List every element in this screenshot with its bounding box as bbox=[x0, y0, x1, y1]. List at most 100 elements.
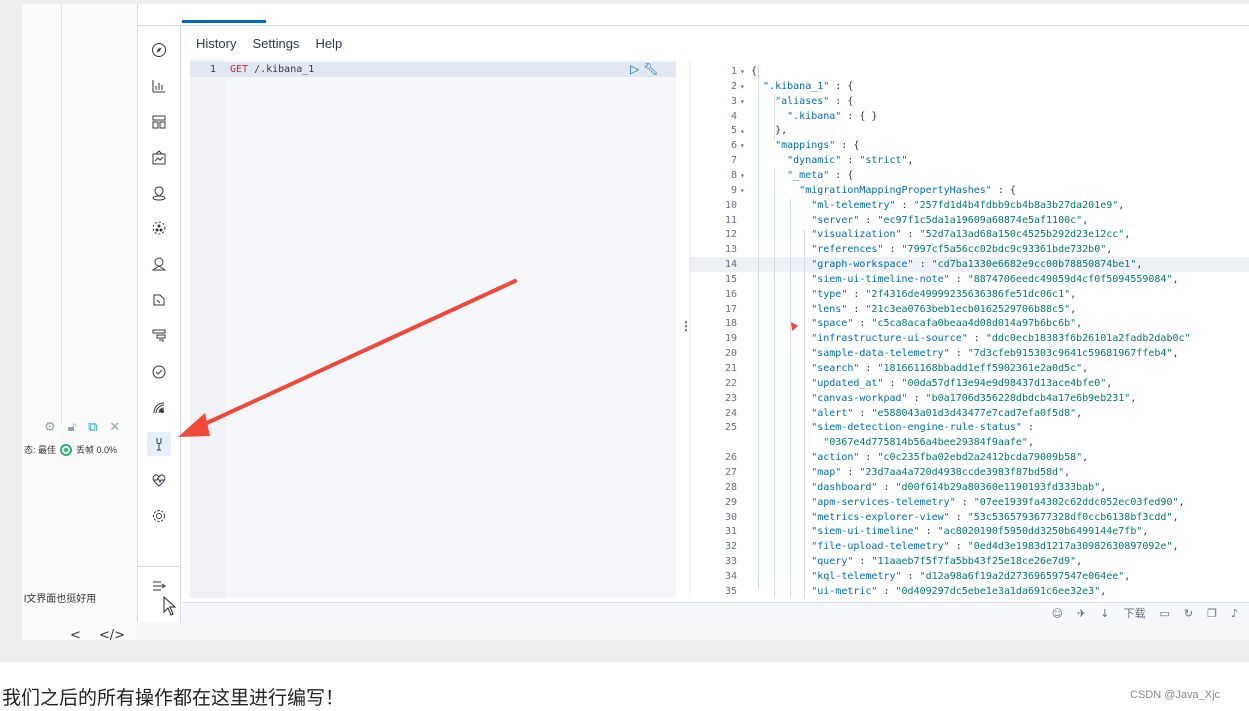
request-editor[interactable]: 1 GET /.kibana_1 ▷ 🔧︎ bbox=[190, 60, 676, 598]
sidebar-item-canvas[interactable] bbox=[149, 148, 169, 168]
left-note-text: l文界面也挺好用 bbox=[24, 594, 97, 605]
output-code: "graph-workspace" : "cd7ba1330e6682e9cc0… bbox=[811, 259, 1143, 271]
sidebar-item-dev-tools[interactable] bbox=[147, 432, 171, 456]
sidebar-item-uptime[interactable] bbox=[149, 362, 169, 382]
sidebar-item-management[interactable] bbox=[149, 506, 169, 526]
fold-toggle-icon[interactable]: ▾ bbox=[740, 138, 745, 153]
settings-icon[interactable]: ⚙ bbox=[44, 420, 56, 435]
response-output[interactable]: 1 ▾{2 ▾ ".kibana_1" : {3 ▾ "aliases" : {4 "… bbox=[689, 60, 1249, 598]
close-icon[interactable]: ✕ bbox=[109, 420, 120, 435]
stream-status: 态: 最佳 丢帧 0.0% bbox=[24, 443, 117, 456]
screen-icon[interactable]: ⧉ bbox=[88, 420, 97, 435]
uptime-icon bbox=[152, 365, 166, 379]
history-menu-item[interactable]: History bbox=[196, 36, 236, 51]
download-icon[interactable]: ↓ bbox=[1100, 607, 1109, 620]
sidebar-item-apm[interactable] bbox=[149, 326, 169, 346]
indent-guide bbox=[774, 94, 775, 140]
sidebar-item-logs[interactable] bbox=[149, 290, 169, 310]
sidebar-item-maps[interactable] bbox=[149, 183, 169, 203]
pin-icon[interactable]: ✈ bbox=[1077, 607, 1086, 620]
output-line-number: 16 bbox=[724, 288, 737, 300]
kibana-window: History Settings Help 1 GET /.kibana_1 ▷… bbox=[137, 4, 1249, 622]
lock-icon[interactable]: 🔓︎ bbox=[68, 420, 76, 435]
output-line-number: 15 bbox=[724, 273, 737, 285]
wrench-icon[interactable]: 🔧︎ bbox=[643, 62, 658, 77]
dashboard-icon bbox=[152, 115, 166, 129]
sidebar-item-ml[interactable] bbox=[149, 218, 169, 238]
output-line: 2 ▾ ".kibana_1" : { bbox=[690, 79, 1249, 94]
output-line-number: 5 bbox=[730, 125, 737, 137]
output-code: "aliases" : { bbox=[775, 95, 854, 107]
fold-toggle-icon[interactable]: ▾ bbox=[740, 168, 745, 183]
screenshot-root: ⚙ 🔓︎ ⧉ ✕ 态: 最佳 丢帧 0.0% l文界面也挺好用 < </> Hi… bbox=[0, 0, 1249, 711]
indent-guide bbox=[790, 199, 791, 598]
output-code: "canvas-workpad" : "b0a1706d356228dbdcb4… bbox=[811, 392, 1137, 404]
left-toolbar: ⚙ 🔓︎ ⧉ ✕ bbox=[44, 420, 120, 435]
output-line: 7 "dynamic" : "strict", bbox=[690, 153, 1249, 168]
output-code: ".kibana_1" : { bbox=[763, 80, 854, 92]
csdn-watermark: CSDN @Java_Xjc bbox=[1130, 689, 1221, 701]
fold-toggle-icon[interactable]: ▾ bbox=[740, 94, 745, 109]
collapse-icon bbox=[153, 581, 166, 591]
sidebar-item-visualize[interactable] bbox=[149, 76, 169, 96]
output-code: "migrationMappingPropertyHashes" : { bbox=[799, 184, 1016, 196]
output-code: "type" : "2f4316de49999235636386fe51dc06… bbox=[811, 288, 1077, 300]
sidebar-item-monitoring[interactable] bbox=[149, 470, 169, 490]
output-code: "updated_at" : "00da57df13e94e9d98437d13… bbox=[811, 377, 1113, 389]
left-panel-divider bbox=[61, 4, 62, 424]
back-button[interactable]: < bbox=[70, 628, 81, 643]
output-line-number: 11 bbox=[724, 214, 737, 226]
fold-toggle-icon[interactable]: ▾ bbox=[740, 183, 745, 198]
maps-icon bbox=[152, 186, 166, 201]
settings-menu-item[interactable]: Settings bbox=[252, 36, 299, 51]
status-ok-icon bbox=[60, 443, 73, 456]
request-text[interactable]: GET /.kibana_1 bbox=[230, 62, 314, 77]
output-line-number: 31 bbox=[724, 526, 737, 538]
management-icon bbox=[153, 510, 165, 522]
download-label[interactable]: 下载 bbox=[1123, 605, 1145, 621]
sidebar-item-compass[interactable] bbox=[149, 40, 169, 60]
output-line-number: 8 bbox=[730, 169, 737, 181]
output-line-number: 3 bbox=[730, 95, 737, 107]
fold-toggle-icon[interactable]: ▾ bbox=[740, 64, 745, 79]
output-line-number: 29 bbox=[724, 496, 737, 508]
output-line-number: 26 bbox=[724, 452, 737, 464]
indent-guide bbox=[804, 230, 805, 598]
output-line: 1 ▾ { bbox=[690, 64, 1249, 79]
subtitle-icon[interactable]: ▭ bbox=[1159, 607, 1169, 620]
collapse-nav-button[interactable] bbox=[149, 576, 169, 596]
output-code: "file-upload-telemetry" : "0ed4d3e1983d1… bbox=[811, 541, 1179, 553]
ml-icon bbox=[152, 221, 166, 235]
output-line-number: 10 bbox=[724, 199, 737, 211]
sidebar-item-infrastructure[interactable] bbox=[149, 254, 169, 274]
output-line-number: 34 bbox=[724, 570, 737, 582]
frame-drop-label: 丢帧 0.0% bbox=[76, 445, 118, 455]
output-line-number: 18 bbox=[724, 318, 737, 330]
infrastructure-icon bbox=[151, 257, 167, 271]
sidebar-item-siem[interactable] bbox=[149, 398, 169, 418]
output-code: "siem-ui-timeline" : "ac8020190f5950dd32… bbox=[811, 526, 1149, 538]
output-code: "search" : "181661168bbadd1eff5902361e2a… bbox=[811, 363, 1089, 374]
refresh-icon[interactable]: ↻ bbox=[1184, 607, 1193, 620]
window-icon[interactable]: ❐ bbox=[1207, 607, 1217, 620]
active-tab-indicator bbox=[182, 20, 266, 23]
bottom-status-bar: ☺ ✈ ↓ 下载 ▭ ↻ ❐ ♪ bbox=[182, 602, 1249, 622]
request-path: /.kibana_1 bbox=[248, 64, 315, 75]
output-code: "siem-detection-engine-rule-status" : bbox=[811, 422, 1034, 434]
indent-guide bbox=[774, 169, 775, 598]
emoji-icon[interactable]: ☺ bbox=[1052, 607, 1063, 620]
sidebar-item-dashboard[interactable] bbox=[149, 112, 169, 132]
request-actions: ▷ 🔧︎ bbox=[630, 62, 658, 77]
console-menu: History Settings Help bbox=[196, 36, 342, 51]
canvas-icon bbox=[152, 150, 166, 165]
volume-icon[interactable]: ♪ bbox=[1231, 607, 1238, 620]
code-view-button[interactable]: </> bbox=[99, 628, 125, 643]
help-menu-item[interactable]: Help bbox=[315, 36, 342, 51]
output-code: }, bbox=[751, 125, 788, 137]
fold-toggle-icon[interactable]: ▾ bbox=[740, 79, 745, 94]
output-line-number: 23 bbox=[724, 392, 737, 404]
output-line-number: 25 bbox=[724, 422, 737, 434]
output-line-number: 30 bbox=[724, 511, 737, 523]
play-icon[interactable]: ▷ bbox=[630, 62, 639, 77]
fold-toggle-icon[interactable]: ▴ bbox=[740, 123, 745, 138]
